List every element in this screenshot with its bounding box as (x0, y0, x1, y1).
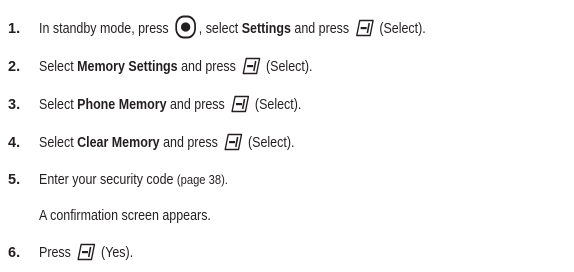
left-softkey-icon (242, 57, 261, 75)
step-text-segment: Select (39, 97, 74, 113)
step-number: 5. (8, 172, 21, 188)
step-note-text: A confirmation screen appears. (39, 208, 211, 224)
menu-item-name: Memory Settings (77, 59, 178, 75)
menu-item-name: Phone Memory (77, 97, 167, 113)
page-reference: (page 38). (176, 172, 228, 187)
step-5-note: A confirmation screen appears. (8, 198, 572, 234)
menu-item-name: Clear Memory (77, 135, 160, 151)
step-3: 3. Select Phone Memory and press (Select)… (8, 86, 572, 124)
step-text-segment: Press (39, 245, 71, 261)
step-text: Select Memory Settings and press (Select… (39, 48, 312, 86)
step-text-segment: (Select). (266, 59, 313, 75)
step-text-segment: and press (169, 97, 225, 113)
step-text: In standby mode, press , select Settings… (39, 10, 426, 48)
step-text-segment: Select (39, 59, 74, 75)
step-text-segment: , select (198, 21, 239, 37)
left-softkey-icon (355, 19, 374, 37)
step-text-segment: Select (39, 135, 74, 151)
step-text: Enter your security code (page 38). (39, 162, 228, 198)
step-number: 6. (8, 245, 21, 261)
step-1: 1. In standby mode, press , select Settin… (8, 10, 572, 48)
menu-ok-key-icon (175, 15, 197, 39)
step-text-segment: and press (181, 59, 236, 75)
left-softkey-icon (77, 243, 96, 261)
step-text-segment: (Select). (248, 135, 295, 151)
menu-item-name: Settings (241, 21, 291, 37)
left-softkey-icon (231, 95, 250, 113)
step-text: Select Phone Memory and press (Select). (39, 86, 301, 124)
step-text: Select Clear Memory and press (Select). (39, 124, 294, 162)
step-2: 2. Select Memory Settings and press (Sele… (8, 48, 572, 86)
step-text-segment: and press (294, 21, 350, 37)
step-text-segment: and press (163, 135, 218, 151)
step-text-segment: (Select). (254, 97, 302, 113)
instruction-steps: 1. In standby mode, press , select Settin… (8, 10, 572, 272)
step-4: 4. Select Clear Memory and press (Select)… (8, 124, 572, 162)
step-text-segment: In standby mode, press (39, 21, 169, 37)
step-5: 5. Enter your security code (page 38). (8, 162, 572, 198)
left-softkey-icon (224, 133, 243, 151)
step-text-segment: (Yes). (101, 245, 134, 261)
step-number: 2. (8, 59, 21, 75)
step-number: 4. (8, 135, 21, 151)
step-number: 1. (8, 21, 21, 37)
step-text-segment: Enter your security code (39, 172, 174, 188)
step-number: 3. (8, 97, 21, 113)
step-text: Press (Yes). (39, 234, 133, 272)
step-text-segment: (Select). (379, 21, 426, 37)
step-6: 6. Press (Yes). (8, 234, 572, 272)
